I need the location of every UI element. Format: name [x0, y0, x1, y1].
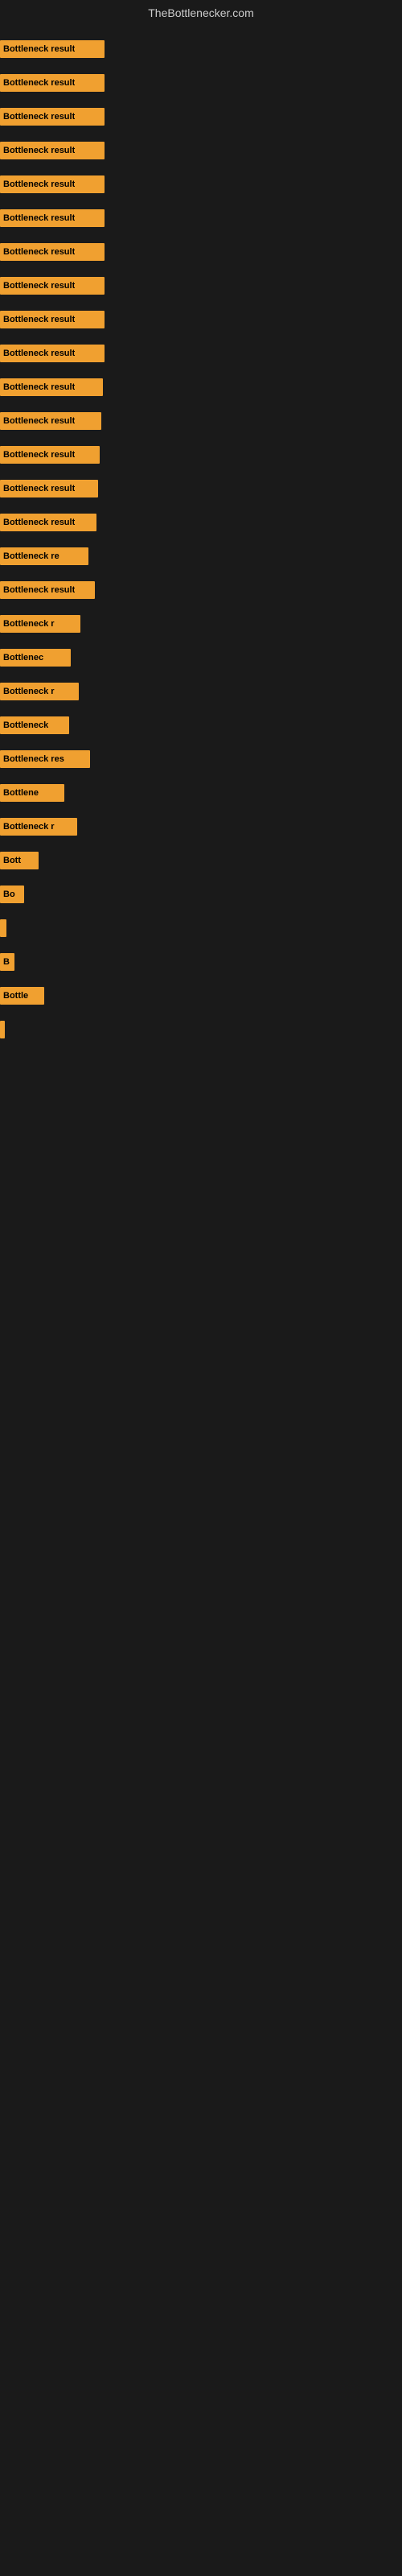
- bar-row: Bottleneck r: [0, 816, 402, 837]
- bottleneck-bar: Bottlenec: [0, 649, 71, 667]
- site-title: TheBottlenecker.com: [0, 0, 402, 26]
- bottleneck-bar: Bottleneck r: [0, 818, 77, 836]
- bar-row: Bottleneck result: [0, 72, 402, 93]
- bar-row: Bottleneck result: [0, 377, 402, 398]
- bottleneck-bar: Bottleneck result: [0, 378, 103, 396]
- bar-row: Bottleneck re: [0, 546, 402, 567]
- bottleneck-bar: Bottleneck result: [0, 480, 98, 497]
- bottleneck-bar: Bottleneck result: [0, 142, 105, 159]
- bar-label: Bottleneck re: [3, 551, 59, 561]
- bar-row: [0, 1019, 402, 1040]
- bar-label: Bottleneck result: [3, 416, 75, 426]
- bar-label: Bottleneck r: [3, 619, 55, 629]
- bar-label: Bottleneck result: [3, 484, 75, 493]
- bar-row: Bottleneck res: [0, 749, 402, 770]
- bottleneck-bar: Bottleneck result: [0, 311, 105, 328]
- bottleneck-bar: Bottleneck result: [0, 412, 101, 430]
- bar-label: Bottleneck result: [3, 213, 75, 223]
- bar-row: Bottleneck result: [0, 39, 402, 60]
- bottleneck-bar: Bottleneck re: [0, 547, 88, 565]
- bar-label: Bottleneck result: [3, 518, 75, 527]
- bar-row: Bottleneck result: [0, 208, 402, 229]
- bar-label: Bottleneck r: [3, 687, 55, 696]
- bar-row: Bottleneck result: [0, 106, 402, 127]
- bottleneck-bar: Bottleneck result: [0, 277, 105, 295]
- bar-label: Bottleneck result: [3, 146, 75, 155]
- bar-row: [0, 918, 402, 939]
- bar-row: Bott: [0, 850, 402, 871]
- bottleneck-bar: Bottleneck result: [0, 345, 105, 362]
- bar-row: Bottleneck result: [0, 242, 402, 262]
- bar-label: Bottleneck result: [3, 450, 75, 460]
- bar-label: Bottleneck result: [3, 247, 75, 257]
- bottleneck-bar: Bo: [0, 886, 24, 903]
- bar-row: Bottleneck result: [0, 444, 402, 465]
- bottleneck-bar: [0, 1021, 5, 1038]
- bar-row: Bottleneck result: [0, 478, 402, 499]
- bar-label: Bottleneck result: [3, 315, 75, 324]
- bar-row: Bottle: [0, 985, 402, 1006]
- bar-row: Bottleneck result: [0, 309, 402, 330]
- bottleneck-bar: Bottleneck r: [0, 615, 80, 633]
- bottleneck-bar: Bottleneck result: [0, 175, 105, 193]
- bar-label: Bottleneck result: [3, 180, 75, 189]
- bar-label: Bottleneck result: [3, 112, 75, 122]
- bar-label: Bottleneck result: [3, 78, 75, 88]
- bar-row: Bottleneck result: [0, 580, 402, 601]
- bottleneck-bar: Bottle: [0, 987, 44, 1005]
- bar-label: B: [3, 957, 10, 967]
- site-header: TheBottlenecker.com: [0, 0, 402, 26]
- bottleneck-bar: Bottleneck result: [0, 514, 96, 531]
- bar-row: B: [0, 952, 402, 972]
- bar-label: Bott: [3, 856, 21, 865]
- bar-label: Bottle: [3, 991, 28, 1001]
- bottleneck-bar: Bottleneck result: [0, 243, 105, 261]
- bar-label: Bottleneck result: [3, 281, 75, 291]
- bottleneck-bar: Bottleneck res: [0, 750, 90, 768]
- bar-row: Bo: [0, 884, 402, 905]
- bar-label: Bottleneck result: [3, 382, 75, 392]
- bar-row: Bottleneck result: [0, 275, 402, 296]
- bottleneck-bar: Bottleneck result: [0, 40, 105, 58]
- bottleneck-bar: Bottleneck: [0, 716, 69, 734]
- bottleneck-bar: Bottleneck result: [0, 446, 100, 464]
- bars-container: Bottleneck result Bottleneck result Bottle…: [0, 26, 402, 1523]
- bar-row: Bottleneck result: [0, 140, 402, 161]
- bottleneck-bar: Bottlene: [0, 784, 64, 802]
- bar-row: Bottleneck result: [0, 174, 402, 195]
- bar-row: Bottlenec: [0, 647, 402, 668]
- bar-label: Bottleneck res: [3, 754, 64, 764]
- bar-label: Bo: [3, 890, 15, 899]
- bottleneck-bar: Bottleneck result: [0, 74, 105, 92]
- bar-label: Bottleneck: [3, 720, 48, 730]
- bar-label: Bottleneck result: [3, 349, 75, 358]
- bottleneck-bar: [0, 919, 6, 937]
- bar-label: Bottleneck result: [3, 585, 75, 595]
- bottleneck-bar: Bottleneck result: [0, 209, 105, 227]
- bar-row: Bottleneck r: [0, 681, 402, 702]
- bottleneck-bar: Bottleneck result: [0, 108, 105, 126]
- bar-row: Bottleneck result: [0, 512, 402, 533]
- bar-label: Bottlene: [3, 788, 39, 798]
- bottleneck-bar: Bott: [0, 852, 39, 869]
- bottleneck-bar: Bottleneck r: [0, 683, 79, 700]
- bar-row: Bottleneck r: [0, 613, 402, 634]
- bar-row: Bottleneck result: [0, 411, 402, 431]
- bar-row: Bottleneck result: [0, 343, 402, 364]
- bar-label: Bottleneck result: [3, 44, 75, 54]
- bar-label: Bottlenec: [3, 653, 43, 663]
- bar-label: Bottleneck r: [3, 822, 55, 832]
- bar-row: Bottlene: [0, 782, 402, 803]
- bottleneck-bar: Bottleneck result: [0, 581, 95, 599]
- bar-row: Bottleneck: [0, 715, 402, 736]
- bottleneck-bar: B: [0, 953, 14, 971]
